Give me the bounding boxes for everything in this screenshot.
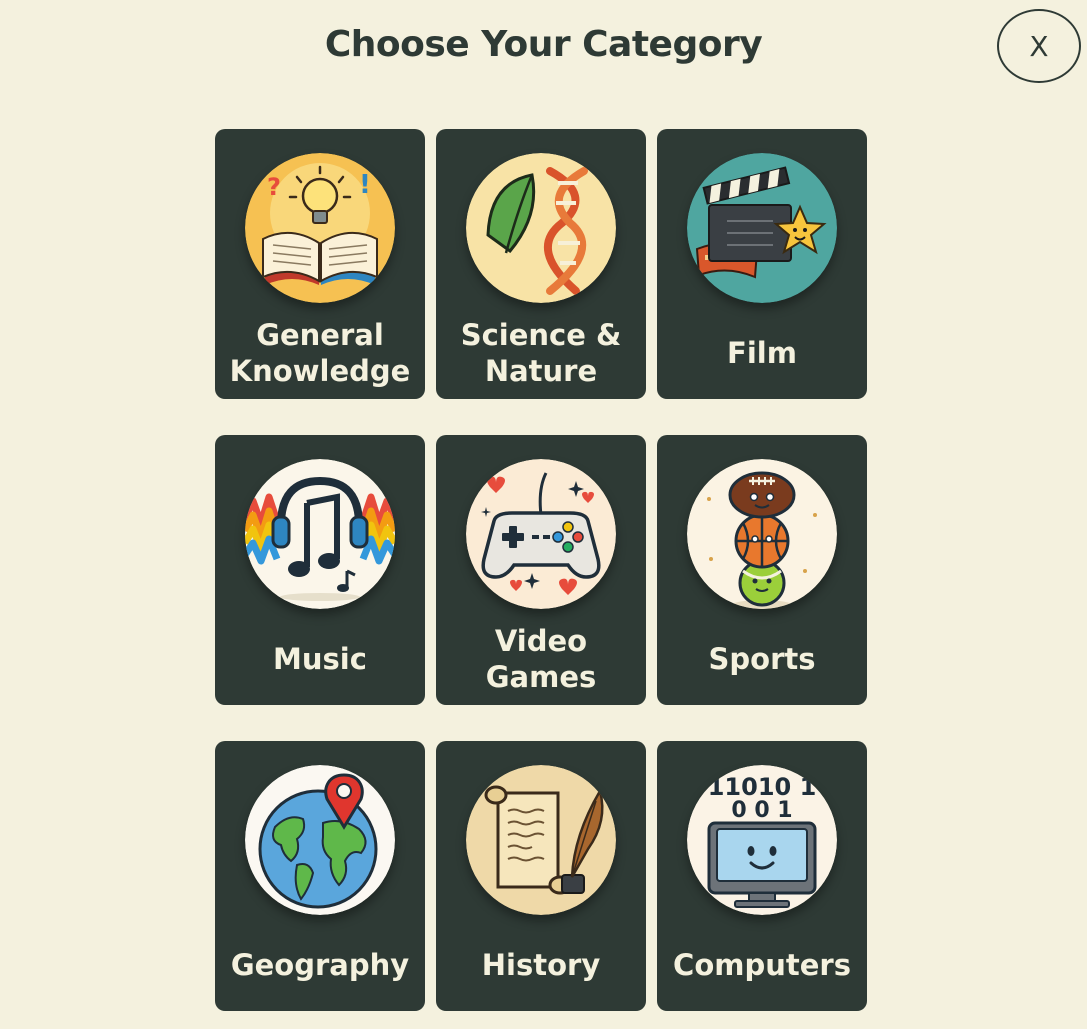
scroll-quill-icon — [466, 765, 616, 915]
game-controller-icon — [466, 459, 616, 609]
category-card-music[interactable]: Music — [215, 435, 425, 705]
leaf-dna-icon — [466, 153, 616, 303]
category-label: Sports — [708, 642, 816, 676]
binary-text-2: 0 0 1 — [731, 798, 792, 823]
category-label: Science & Nature — [460, 318, 622, 388]
svg-text:!: ! — [359, 170, 371, 200]
category-label: General Knowledge — [229, 318, 411, 388]
category-card-science-nature[interactable]: Science & Nature — [436, 129, 646, 399]
close-button[interactable]: X — [997, 9, 1081, 83]
category-card-general-knowledge[interactable]: ? ! General Knowledge — [215, 129, 425, 399]
category-label: Computers — [673, 948, 851, 982]
category-card-geography[interactable]: Geography — [215, 741, 425, 1011]
category-label: History — [481, 948, 601, 982]
category-card-film[interactable]: Film — [657, 129, 867, 399]
globe-pin-icon — [245, 765, 395, 915]
category-label: Film — [727, 336, 797, 370]
category-card-computers[interactable]: 11010 1 0 0 1 Computers — [657, 741, 867, 1011]
headphones-music-note-icon — [245, 459, 395, 609]
svg-text:?: ? — [267, 173, 281, 201]
clapperboard-icon — [687, 153, 837, 303]
category-card-history[interactable]: History — [436, 741, 646, 1011]
book-lightbulb-icon: ? ! — [245, 153, 395, 303]
category-card-video-games[interactable]: Video Games — [436, 435, 646, 705]
stacked-balls-icon — [687, 459, 837, 609]
category-label: Video Games — [485, 624, 597, 694]
computer-binary-icon: 11010 1 0 0 1 — [687, 765, 837, 915]
category-label: Music — [273, 642, 367, 676]
category-card-sports[interactable]: Sports — [657, 435, 867, 705]
category-label: Geography — [230, 948, 410, 982]
page-title: Choose Your Category — [324, 24, 763, 65]
binary-text-1: 11010 1 — [708, 773, 817, 801]
category-grid: ? ! General Knowledge Science & Nature F… — [215, 129, 867, 1011]
